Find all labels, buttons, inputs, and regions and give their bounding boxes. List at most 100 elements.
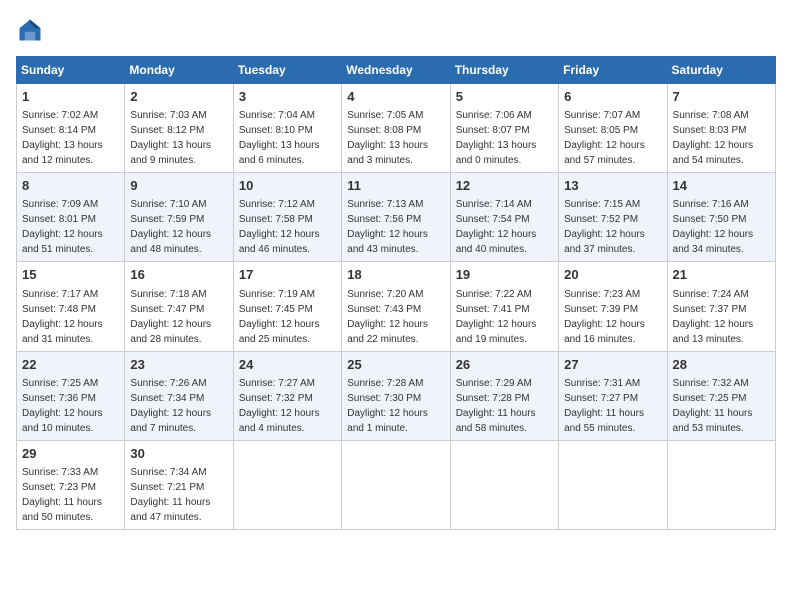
day-info: Sunrise: 7:24 AMSunset: 7:37 PMDaylight:… <box>673 289 754 345</box>
calendar-cell: 15 Sunrise: 7:17 AMSunset: 7:48 PMDayligh… <box>17 262 125 351</box>
calendar-cell: 12Sunrise: 7:14 AMSunset: 7:54 PMDayligh… <box>450 173 558 262</box>
day-info: Sunrise: 7:33 AMSunset: 7:23 PMDaylight:… <box>22 467 102 523</box>
calendar-cell: 3 Sunrise: 7:04 AMSunset: 8:10 PMDaylight… <box>233 84 341 173</box>
day-number: 3 <box>239 88 336 106</box>
calendar-cell: 30 Sunrise: 7:34 AMSunset: 7:21 PMDayligh… <box>125 440 233 529</box>
calendar-cell: 2 Sunrise: 7:03 AMSunset: 8:12 PMDaylight… <box>125 84 233 173</box>
day-number: 4 <box>347 88 444 106</box>
calendar-cell: 11 Sunrise: 7:13 AMSunset: 7:56 PMDayligh… <box>342 173 450 262</box>
day-info: Sunrise: 7:32 AMSunset: 7:25 PMDaylight:… <box>673 378 753 434</box>
day-info: Sunrise: 7:19 AMSunset: 7:45 PMDaylight:… <box>239 289 320 345</box>
day-number: 5 <box>456 88 553 106</box>
day-number: 9 <box>130 177 227 195</box>
calendar-cell: 26Sunrise: 7:29 AMSunset: 7:28 PMDayligh… <box>450 351 558 440</box>
day-number: 30 <box>130 445 227 463</box>
day-number: 15 <box>22 266 119 284</box>
calendar-header-row: SundayMondayTuesdayWednesdayThursdayFrid… <box>17 57 776 84</box>
calendar-cell: 14 Sunrise: 7:16 AMSunset: 7:50 PMDayligh… <box>667 173 775 262</box>
calendar-cell: 22 Sunrise: 7:25 AMSunset: 7:36 PMDayligh… <box>17 351 125 440</box>
calendar-cell <box>233 440 341 529</box>
calendar-header-thursday: Thursday <box>450 57 558 84</box>
day-info: Sunrise: 7:05 AMSunset: 8:08 PMDaylight:… <box>347 110 428 166</box>
calendar-header-sunday: Sunday <box>17 57 125 84</box>
day-info: Sunrise: 7:14 AMSunset: 7:54 PMDaylight:… <box>456 199 537 255</box>
page-header <box>16 16 776 44</box>
logo <box>16 16 48 44</box>
calendar-header-tuesday: Tuesday <box>233 57 341 84</box>
calendar-week-1: 8 Sunrise: 7:09 AMSunset: 8:01 PMDaylight… <box>17 173 776 262</box>
day-number: 22 <box>22 356 119 374</box>
day-info: Sunrise: 7:09 AMSunset: 8:01 PMDaylight:… <box>22 199 103 255</box>
day-number: 25 <box>347 356 444 374</box>
calendar-week-2: 15 Sunrise: 7:17 AMSunset: 7:48 PMDayligh… <box>17 262 776 351</box>
calendar-header-wednesday: Wednesday <box>342 57 450 84</box>
day-number: 17 <box>239 266 336 284</box>
calendar-cell: 9 Sunrise: 7:10 AMSunset: 7:59 PMDaylight… <box>125 173 233 262</box>
calendar-cell: 24 Sunrise: 7:27 AMSunset: 7:32 PMDayligh… <box>233 351 341 440</box>
day-info: Sunrise: 7:23 AMSunset: 7:39 PMDaylight:… <box>564 289 645 345</box>
calendar-cell: 29 Sunrise: 7:33 AMSunset: 7:23 PMDayligh… <box>17 440 125 529</box>
day-info: Sunrise: 7:22 AMSunset: 7:41 PMDaylight:… <box>456 289 537 345</box>
calendar-cell: 10Sunrise: 7:12 AMSunset: 7:58 PMDayligh… <box>233 173 341 262</box>
calendar-week-4: 29 Sunrise: 7:33 AMSunset: 7:23 PMDayligh… <box>17 440 776 529</box>
calendar-cell: 23 Sunrise: 7:26 AMSunset: 7:34 PMDayligh… <box>125 351 233 440</box>
day-info: Sunrise: 7:07 AMSunset: 8:05 PMDaylight:… <box>564 110 645 166</box>
calendar-cell: 8 Sunrise: 7:09 AMSunset: 8:01 PMDaylight… <box>17 173 125 262</box>
calendar-cell: 5 Sunrise: 7:06 AMSunset: 8:07 PMDaylight… <box>450 84 558 173</box>
calendar-header-friday: Friday <box>559 57 667 84</box>
day-number: 19 <box>456 266 553 284</box>
calendar-cell: 18Sunrise: 7:20 AMSunset: 7:43 PMDayligh… <box>342 262 450 351</box>
day-info: Sunrise: 7:17 AMSunset: 7:48 PMDaylight:… <box>22 289 103 345</box>
day-number: 11 <box>347 177 444 195</box>
day-info: Sunrise: 7:16 AMSunset: 7:50 PMDaylight:… <box>673 199 754 255</box>
day-number: 21 <box>673 266 770 284</box>
day-info: Sunrise: 7:34 AMSunset: 7:21 PMDaylight:… <box>130 467 210 523</box>
calendar-cell: 27 Sunrise: 7:31 AMSunset: 7:27 PMDayligh… <box>559 351 667 440</box>
day-number: 20 <box>564 266 661 284</box>
day-number: 13 <box>564 177 661 195</box>
day-number: 16 <box>130 266 227 284</box>
calendar-cell <box>342 440 450 529</box>
day-number: 28 <box>673 356 770 374</box>
calendar-header-saturday: Saturday <box>667 57 775 84</box>
calendar-cell: 16 Sunrise: 7:18 AMSunset: 7:47 PMDayligh… <box>125 262 233 351</box>
calendar-cell: 28 Sunrise: 7:32 AMSunset: 7:25 PMDayligh… <box>667 351 775 440</box>
calendar-cell <box>559 440 667 529</box>
day-number: 7 <box>673 88 770 106</box>
day-number: 10 <box>239 177 336 195</box>
calendar-cell: 7Sunrise: 7:08 AMSunset: 8:03 PMDaylight… <box>667 84 775 173</box>
day-number: 27 <box>564 356 661 374</box>
calendar-header-monday: Monday <box>125 57 233 84</box>
day-number: 14 <box>673 177 770 195</box>
calendar-cell: 13 Sunrise: 7:15 AMSunset: 7:52 PMDayligh… <box>559 173 667 262</box>
calendar-cell <box>667 440 775 529</box>
calendar-cell: 21 Sunrise: 7:24 AMSunset: 7:37 PMDayligh… <box>667 262 775 351</box>
day-info: Sunrise: 7:06 AMSunset: 8:07 PMDaylight:… <box>456 110 537 166</box>
day-info: Sunrise: 7:31 AMSunset: 7:27 PMDaylight:… <box>564 378 644 434</box>
day-number: 1 <box>22 88 119 106</box>
day-info: Sunrise: 7:10 AMSunset: 7:59 PMDaylight:… <box>130 199 211 255</box>
day-number: 26 <box>456 356 553 374</box>
calendar-cell: 19 Sunrise: 7:22 AMSunset: 7:41 PMDayligh… <box>450 262 558 351</box>
calendar-week-3: 22 Sunrise: 7:25 AMSunset: 7:36 PMDayligh… <box>17 351 776 440</box>
calendar-week-0: 1 Sunrise: 7:02 AMSunset: 8:14 PMDaylight… <box>17 84 776 173</box>
calendar-cell: 20 Sunrise: 7:23 AMSunset: 7:39 PMDayligh… <box>559 262 667 351</box>
day-info: Sunrise: 7:26 AMSunset: 7:34 PMDaylight:… <box>130 378 211 434</box>
day-number: 29 <box>22 445 119 463</box>
day-number: 24 <box>239 356 336 374</box>
day-info: Sunrise: 7:25 AMSunset: 7:36 PMDaylight:… <box>22 378 103 434</box>
logo-icon <box>16 16 44 44</box>
day-number: 23 <box>130 356 227 374</box>
day-info: Sunrise: 7:02 AMSunset: 8:14 PMDaylight:… <box>22 110 103 166</box>
day-info: Sunrise: 7:15 AMSunset: 7:52 PMDaylight:… <box>564 199 645 255</box>
day-number: 2 <box>130 88 227 106</box>
calendar-cell <box>450 440 558 529</box>
day-number: 8 <box>22 177 119 195</box>
day-info: Sunrise: 7:03 AMSunset: 8:12 PMDaylight:… <box>130 110 211 166</box>
day-info: Sunrise: 7:27 AMSunset: 7:32 PMDaylight:… <box>239 378 320 434</box>
day-info: Sunrise: 7:04 AMSunset: 8:10 PMDaylight:… <box>239 110 320 166</box>
day-number: 18 <box>347 266 444 284</box>
day-info: Sunrise: 7:13 AMSunset: 7:56 PMDaylight:… <box>347 199 428 255</box>
day-info: Sunrise: 7:18 AMSunset: 7:47 PMDaylight:… <box>130 289 211 345</box>
day-info: Sunrise: 7:28 AMSunset: 7:30 PMDaylight:… <box>347 378 428 434</box>
